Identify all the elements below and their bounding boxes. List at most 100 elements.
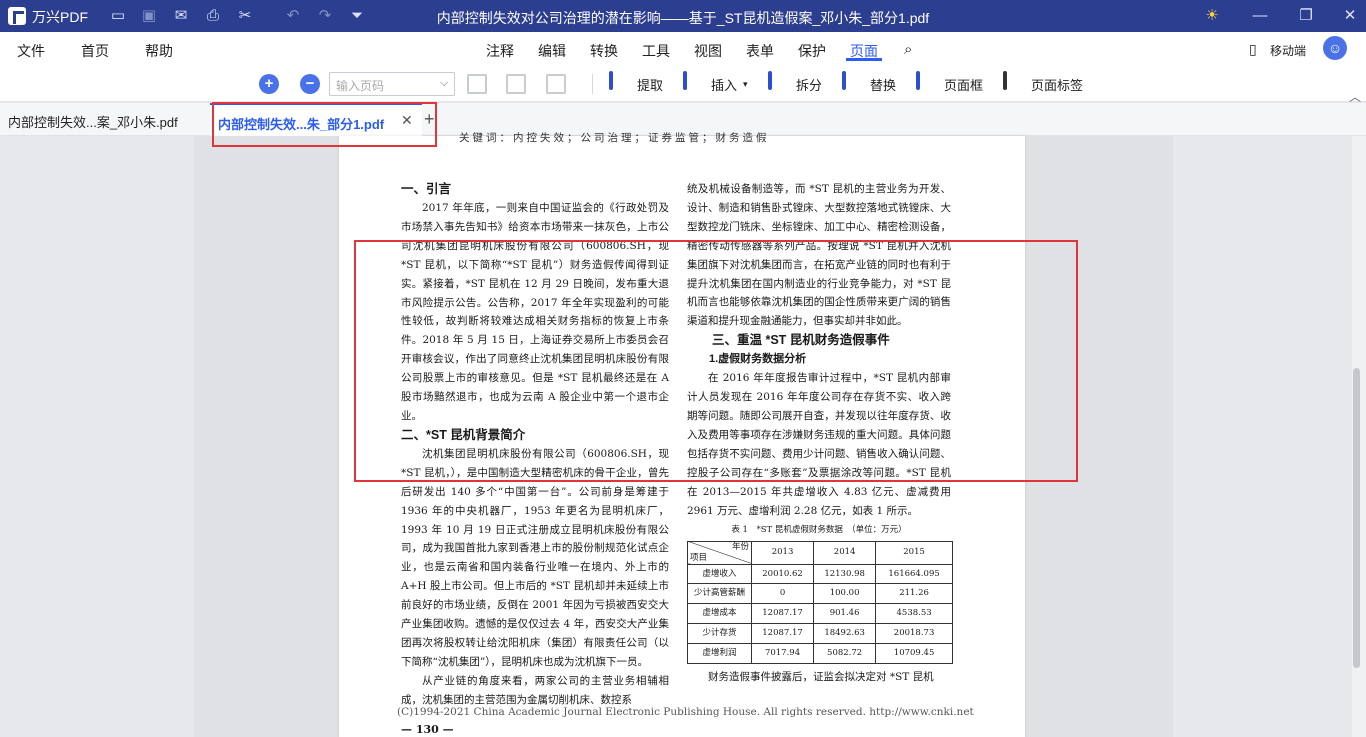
page-label-icon (1003, 71, 1025, 95)
rotate-left-icon[interactable] (467, 74, 487, 94)
zoom-in-button[interactable]: + (259, 74, 279, 94)
menu-form[interactable]: 表单 (746, 41, 774, 61)
new-tab-icon[interactable]: + (424, 109, 435, 130)
page-frame-icon (916, 71, 938, 95)
page-number-input[interactable]: 输入页码 (329, 72, 455, 96)
email-icon[interactable]: ✉ (172, 7, 190, 25)
menu-bar: 文件 首页 帮助 注释 编辑 转换 工具 视图 表单 保护 页面 ⌕ ▯ 移动端 (0, 32, 1366, 66)
toolbar-divider (592, 74, 593, 94)
table-cell: 901.46 (813, 603, 877, 625)
table-header-row: 年份 项目 2013 2014 2015 (687, 540, 953, 565)
table-row: 少计存货 12087.17 18492.63 20018.73 (687, 623, 953, 645)
heading-background: 二、*ST 昆机背景简介 (401, 427, 526, 442)
table-cell: 7017.94 (750, 643, 815, 665)
replace-icon (842, 71, 864, 95)
maximize-icon[interactable]: ❐ (1297, 7, 1315, 25)
print-icon[interactable]: ⎙ (204, 7, 222, 25)
zoom-in-icon: + (259, 74, 279, 94)
zoom-out-icon: − (300, 74, 320, 94)
scissors-icon[interactable]: ✂ (236, 7, 254, 25)
menu-edit[interactable]: 编辑 (538, 41, 566, 61)
close-tab-icon[interactable]: ✕ (401, 112, 413, 129)
row-label: 虚增收入 (687, 563, 752, 585)
table-cell: 4538.53 (875, 603, 953, 625)
replace-button[interactable]: 替换 (842, 71, 896, 96)
year-header: 2013 (750, 540, 815, 565)
table-row: 虚增成本 12087.17 901.46 4538.53 (687, 603, 953, 625)
row-label: 少计存货 (687, 623, 752, 645)
menu-view[interactable]: 视图 (694, 41, 722, 61)
table-cell: 211.26 (875, 583, 953, 605)
row-label: 虚增利润 (687, 643, 752, 665)
paragraph-after-table: 财务造假事件披露后，证监会拟决定对 *ST 昆机 (708, 671, 934, 684)
extract-label: 提取 (637, 77, 664, 93)
save-icon[interactable]: ▣ (140, 7, 158, 25)
user-avatar-icon[interactable]: ☺ (1323, 36, 1347, 60)
table-cell: 12130.98 (813, 563, 877, 585)
menu-tools[interactable]: 工具 (642, 41, 670, 61)
table-cell: 20010.62 (750, 563, 815, 585)
menu-file[interactable]: 文件 (17, 41, 45, 61)
rotate-right-icon[interactable] (506, 74, 526, 94)
page-frame-button[interactable]: 页面框 (916, 71, 983, 96)
table-cell: 5082.72 (813, 643, 877, 665)
heading-fraud-revisit: 三、重温 *ST 昆机财务造假事件 (712, 333, 890, 348)
table-row: 虚增收入 20010.62 12130.98 161664.095 (687, 563, 953, 585)
corner-item-label: 项目 (690, 552, 708, 563)
paragraph-false-financials: 在 2016 年年度报告审计过程中，*ST 昆机内部审计人员发现在 2016 年… (687, 372, 951, 517)
title-bar: 万兴PDF ▭ ▣ ✉ ⎙ ✂ ↶ ↷ ⏷ 内部控制失效对公司治理的潜在影响——… (0, 0, 1366, 32)
app-name: 万兴PDF (32, 9, 88, 25)
heading-introduction: 一、引言 (401, 182, 452, 196)
quick-access-dropdown-icon[interactable]: ⏷ (348, 7, 366, 25)
paragraph-industry-chain: 从产业链的角度来看，两家公司的主营业务相辅相成，沈机集团的主营范围为金属切削机床… (401, 674, 669, 706)
delete-page-icon[interactable] (546, 74, 566, 94)
menu-protect[interactable]: 保护 (798, 41, 826, 61)
year-header: 2014 (813, 540, 877, 565)
row-label: 虚增成本 (687, 603, 752, 625)
app-logo-icon (8, 7, 26, 25)
insert-dropdown-icon: ▾ (743, 78, 748, 89)
split-icon (768, 71, 790, 95)
tab-document-2[interactable]: 内部控制失效...朱_部分1.pdf (210, 103, 422, 136)
undo-icon[interactable]: ↶ (284, 7, 302, 25)
table-cell: 18492.63 (813, 623, 877, 645)
paragraph-continued: 统及机械设备制造等，而 *ST 昆机的主营业务为开发、设计、制造和销售卧式镗床、… (687, 183, 951, 328)
year-header: 2015 (875, 540, 953, 565)
search-icon[interactable]: ⌕ (904, 41, 912, 58)
menu-home[interactable]: 首页 (81, 41, 109, 61)
split-label: 拆分 (796, 77, 823, 93)
menu-help[interactable]: 帮助 (145, 41, 173, 61)
menu-comment[interactable]: 注释 (486, 41, 514, 61)
theme-sun-icon[interactable]: ☀ (1203, 7, 1221, 25)
table-cell: 161664.095 (875, 563, 953, 585)
table-caption: 表 1 *ST 昆机虚假财务数据 （单位：万元） (731, 524, 907, 535)
page-label-button[interactable]: 页面标签 (1003, 71, 1084, 96)
redo-icon[interactable]: ↷ (316, 7, 334, 25)
menu-mobile[interactable]: 移动端 (1270, 42, 1306, 59)
close-window-icon[interactable]: ✕ (1341, 7, 1359, 25)
page-label-label: 页面标签 (1031, 77, 1084, 93)
table-row: 少计高管薪酬 0 100.00 211.26 (687, 583, 953, 605)
text-column-right: 统及机械设备制造等，而 *ST 昆机的主营业务为开发、设计、制造和销售卧式镗床、… (687, 180, 953, 687)
active-menu-indicator (846, 58, 882, 61)
minimize-icon[interactable]: — (1251, 7, 1269, 25)
table-cell: 0 (750, 583, 815, 605)
tab-document-1[interactable]: 内部控制失效...案_邓小朱.pdf (0, 103, 208, 136)
scrollbar-thumb[interactable] (1353, 368, 1360, 668)
page-gutter-right (1025, 136, 1173, 737)
page-number: — 130 — (401, 723, 454, 736)
extract-button[interactable]: 提取 (609, 71, 664, 96)
open-folder-icon[interactable]: ▭ (109, 7, 127, 25)
text-column-left: 一、引言 2017 年年底，一则来自中国证监会的《行政处罚及市场禁入事先告知书》… (401, 180, 669, 710)
insert-button[interactable]: 插入 ▾ (683, 71, 748, 96)
split-button[interactable]: 拆分 (768, 71, 823, 96)
insert-icon (683, 71, 705, 95)
chevron-down-icon[interactable]: ⌵ (440, 77, 448, 90)
menu-convert[interactable]: 转换 (590, 41, 618, 61)
table-cell: 10709.45 (875, 643, 953, 665)
zoom-out-button[interactable]: − (300, 74, 320, 94)
page-gutter-left (194, 136, 339, 737)
mobile-phone-icon[interactable]: ▯ (1249, 41, 1257, 58)
heading-false-financials: 1.虚假财务数据分析 (709, 353, 807, 366)
extract-icon (609, 71, 631, 95)
